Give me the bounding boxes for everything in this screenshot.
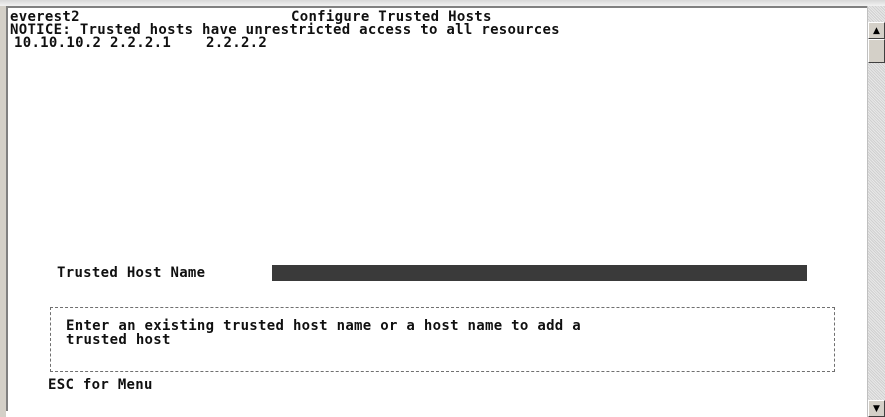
help-text-line1: Enter an existing trusted host name or a… (66, 318, 581, 334)
scroll-up-icon[interactable]: ▲ (868, 22, 885, 39)
trusted-host-name-label: Trusted Host Name (57, 265, 206, 281)
help-box: Enter an existing trusted host name or a… (50, 307, 835, 372)
scroll-thumb[interactable] (868, 39, 885, 63)
terminal-screen[interactable]: everest2 Configure Trusted Hosts NOTICE:… (6, 6, 867, 411)
trusted-hosts-list: 10.10.10.2 2.2.2.1 2.2.2.2 (14, 35, 268, 51)
help-text-line2: trusted host (66, 332, 171, 348)
scroll-down-icon[interactable]: ▼ (868, 400, 885, 417)
trusted-host-name-input[interactable] (272, 265, 807, 281)
vertical-scrollbar[interactable]: ▲ ▼ (867, 6, 885, 417)
esc-menu-hint: ESC for Menu (48, 377, 153, 393)
